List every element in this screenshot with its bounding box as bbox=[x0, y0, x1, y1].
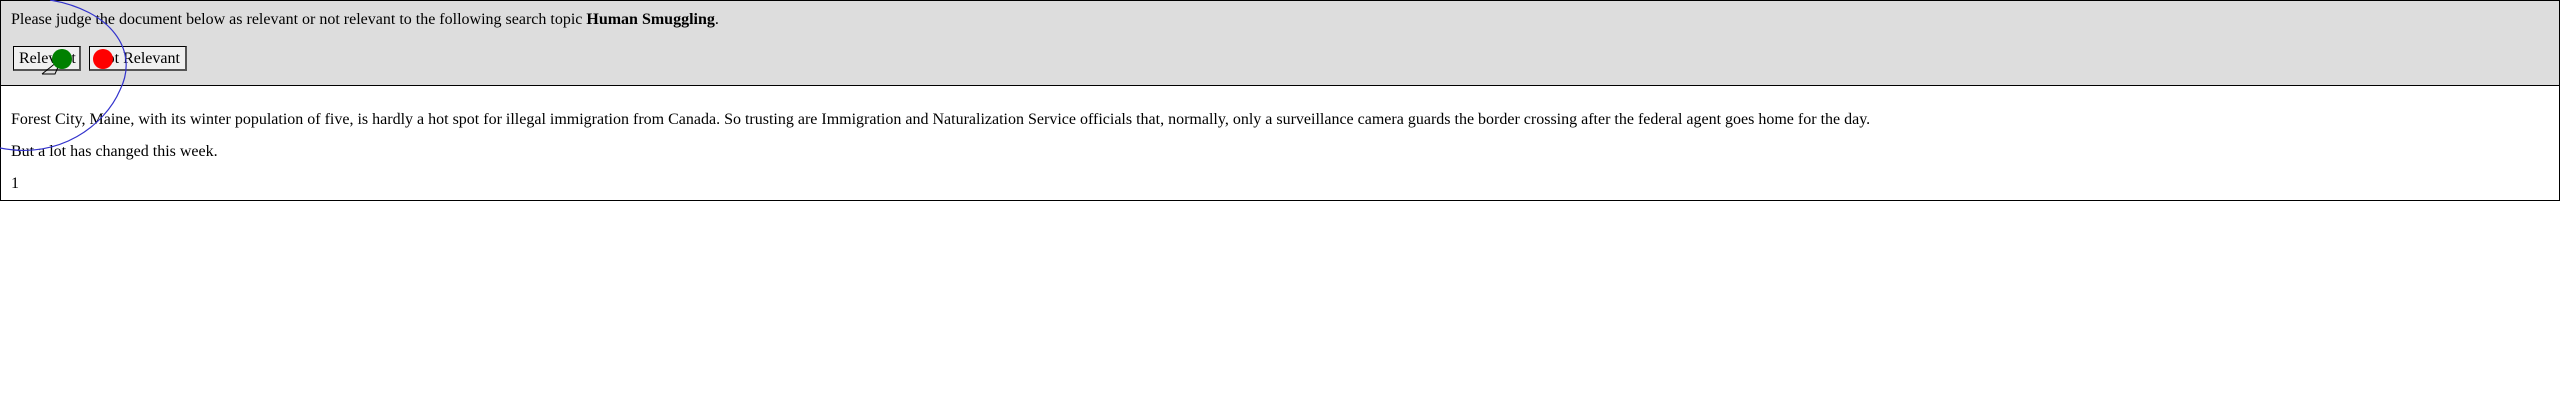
instruction-prefix: Please judge the document below as relev… bbox=[11, 11, 587, 28]
instruction-suffix: . bbox=[714, 11, 719, 28]
document-page-number: 1 bbox=[11, 175, 19, 192]
relevant-button[interactable]: Relevant bbox=[13, 46, 81, 71]
not-relevant-button[interactable]: Not Relevant bbox=[89, 46, 187, 71]
instruction-text: Please judge the document below as relev… bbox=[11, 10, 719, 29]
judgment-header: Please judge the document below as relev… bbox=[0, 0, 2560, 86]
search-topic: Human Smuggling bbox=[586, 11, 715, 28]
document-paragraph: But a lot has changed this week. bbox=[11, 143, 218, 160]
document-panel: Forest City, Maine, with its winter popu… bbox=[0, 86, 2560, 201]
document-paragraph: Forest City, Maine, with its winter popu… bbox=[11, 111, 1871, 128]
